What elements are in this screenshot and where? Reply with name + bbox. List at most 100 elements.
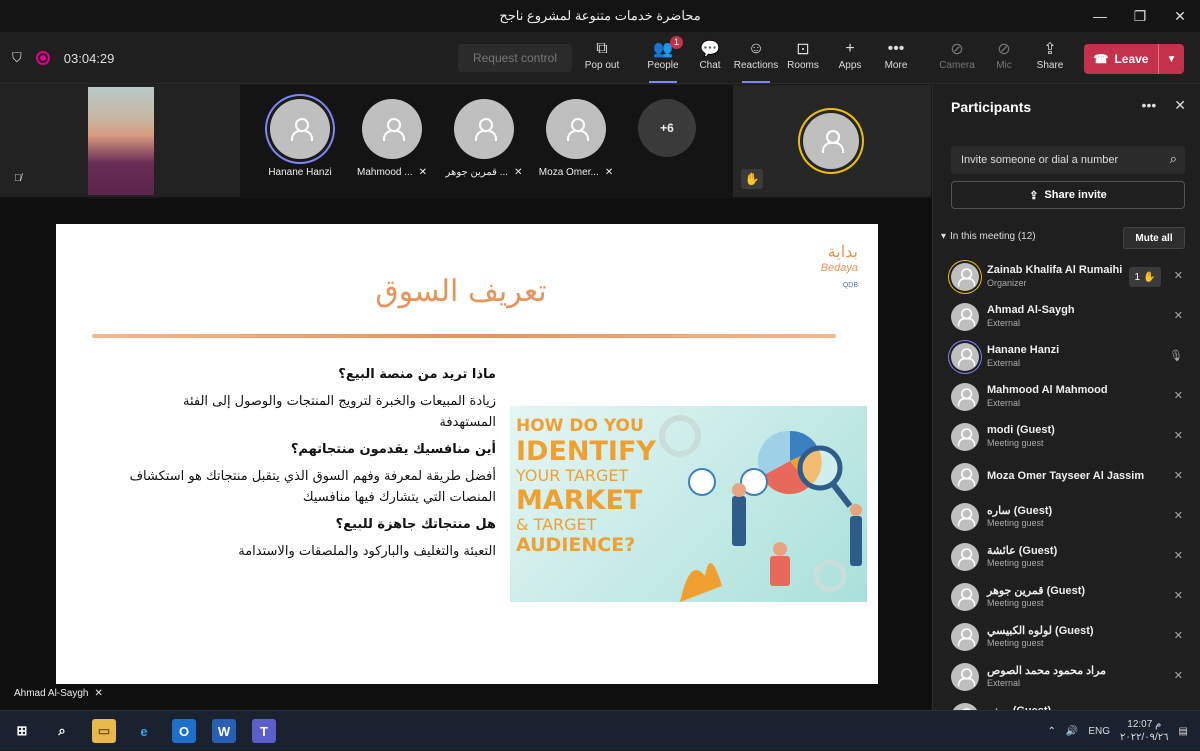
maximize-button[interactable]: ❐ bbox=[1120, 0, 1160, 32]
person-figure bbox=[732, 496, 746, 546]
outlook-icon[interactable]: O bbox=[172, 719, 196, 743]
reactions-icon: ☺ bbox=[747, 40, 765, 57]
notification-icon[interactable]: ▤ bbox=[1179, 726, 1188, 737]
leave-options-chevron-icon[interactable]: ▼ bbox=[1158, 44, 1184, 74]
avatar bbox=[803, 113, 859, 169]
person-icon bbox=[564, 117, 589, 141]
leave-button[interactable]: ☎ Leave ▼ bbox=[1084, 44, 1184, 74]
answer: التعبئة والتغليف والباركود والملصقات وال… bbox=[238, 544, 496, 559]
edge-icon[interactable]: e bbox=[132, 719, 156, 743]
mic-off-icon: ⊘ bbox=[997, 41, 1011, 58]
phone-hangup-icon: ☎ bbox=[1093, 52, 1109, 66]
slide-title: تعريف السوق bbox=[375, 274, 547, 309]
chat-button[interactable]: 💬 Chat bbox=[686, 38, 734, 80]
list-item[interactable]: Mahmood Al Mahmood External ✕ bbox=[933, 377, 1200, 417]
people-badge: 1 bbox=[669, 36, 683, 49]
participant-tile[interactable]: Hanane Hanzi bbox=[255, 99, 345, 191]
avatar bbox=[362, 99, 422, 159]
file-explorer-icon[interactable]: ▭ bbox=[92, 719, 116, 743]
participant-tile[interactable]: Mahmood ... ✕ bbox=[347, 99, 437, 191]
mic-button[interactable]: ⊘ Mic bbox=[980, 38, 1028, 80]
slide-body: ماذا تريد من منصة البيع؟ زيادة المبيعات … bbox=[126, 364, 496, 568]
meeting-toolbar: ⛉ 03:04:29 Request control ⧉ Pop out 👥 1 … bbox=[0, 32, 1200, 84]
minimize-button[interactable]: — bbox=[1080, 0, 1120, 32]
avatar bbox=[270, 99, 330, 159]
invite-search-input[interactable]: Invite someone or dial a number ⌕ bbox=[951, 146, 1185, 174]
list-item[interactable]: Moza Omer Tayseer Al Jassim ✕ bbox=[933, 457, 1200, 497]
chevron-down-icon: ▾ bbox=[941, 231, 947, 242]
clock[interactable]: 12:07 م ٢٠٢٢/٠٩/٢٦ bbox=[1120, 718, 1169, 744]
word-icon[interactable]: W bbox=[212, 719, 236, 743]
mute-all-button[interactable]: Mute all bbox=[1123, 227, 1185, 249]
list-item[interactable]: modi (Guest) Meeting guest ✕ bbox=[933, 417, 1200, 457]
bedaya-logo: بداية Bedaya QDB bbox=[820, 244, 858, 289]
person-icon bbox=[955, 627, 976, 647]
list-item[interactable]: Hanane Hanzi External 🎙 bbox=[933, 337, 1200, 377]
question: هل منتجاتك جاهزة للبيع؟ bbox=[335, 517, 496, 532]
mic-off-icon: ✕ bbox=[514, 167, 523, 178]
chevron-up-icon[interactable]: ⌃ bbox=[1048, 726, 1056, 737]
list-item[interactable]: ساره (Guest) Meeting guest ✕ bbox=[933, 497, 1200, 537]
in-meeting-section[interactable]: ▾ In this meeting (12) bbox=[941, 231, 1036, 242]
list-item[interactable]: Zainab Khalifa Al Rumaihi Organizer 1 ✋ ✕ bbox=[933, 257, 1200, 297]
pop-out-button[interactable]: ⧉ Pop out bbox=[578, 38, 626, 80]
question: أين منافسيك يقدمون منتجاتهم؟ bbox=[290, 442, 496, 457]
video-tile[interactable]: 🎙̸ bbox=[0, 85, 240, 197]
more-button[interactable]: ••• More bbox=[872, 38, 920, 80]
meeting-stage: 🎙̸ Hanane Hanzi Mahmood ... ✕ قمرين جوهر … bbox=[0, 85, 932, 710]
pop-out-icon: ⧉ bbox=[596, 40, 608, 57]
list-item[interactable]: لولوه الكبيسي (Guest) Meeting guest ✕ bbox=[933, 617, 1200, 657]
person-icon bbox=[955, 347, 976, 367]
answer: زيادة المبيعات والخبرة لترويج المنتجات و… bbox=[182, 394, 496, 430]
avatar bbox=[951, 303, 979, 331]
apps-button[interactable]: + Apps bbox=[826, 38, 874, 80]
avatar bbox=[951, 423, 979, 451]
recording-icon bbox=[35, 51, 50, 65]
share-button[interactable]: ⇪ Share bbox=[1026, 38, 1074, 80]
camera-button[interactable]: ⊘ Camera bbox=[933, 38, 981, 80]
people-button[interactable]: 👥 1 People bbox=[639, 36, 687, 83]
mic-off-icon: ✕ bbox=[1173, 590, 1183, 602]
more-options-icon[interactable]: ••• bbox=[1142, 97, 1157, 114]
keyboard-language[interactable]: ENG bbox=[1088, 726, 1110, 737]
avatar bbox=[951, 543, 979, 571]
presentation-slide: بداية Bedaya QDB تعريف السوق ماذا تريد م… bbox=[56, 224, 878, 684]
answer: أفضل طريقة لمعرفة وفهم السوق الذي يتقبل … bbox=[129, 469, 496, 505]
rooms-button[interactable]: ⊡ Rooms bbox=[779, 38, 827, 80]
participant-name: Mahmood ... bbox=[357, 167, 413, 178]
question: ماذا تريد من منصة البيع؟ bbox=[338, 367, 496, 382]
close-button[interactable]: ✕ bbox=[1160, 0, 1200, 32]
speaker-icon[interactable]: 🔊 bbox=[1066, 726, 1078, 737]
people-icon: 👥 1 bbox=[653, 36, 683, 60]
request-control-button[interactable]: Request control bbox=[458, 44, 572, 72]
person-icon bbox=[380, 117, 405, 141]
list-item[interactable]: Ahmad Al-Saygh External ✕ bbox=[933, 297, 1200, 337]
participant-tile[interactable]: قمرين جوهر ... ✕ bbox=[439, 99, 529, 191]
reactions-button[interactable]: ☺ Reactions bbox=[732, 38, 780, 83]
close-icon[interactable]: ✕ bbox=[1174, 97, 1186, 114]
mic-off-icon: ✕ bbox=[1173, 550, 1183, 562]
share-invite-button[interactable]: ⇪ Share invite bbox=[951, 181, 1185, 209]
list-item[interactable]: عائشة (Guest) Meeting guest ✕ bbox=[933, 537, 1200, 577]
avatar bbox=[951, 343, 979, 371]
teams-icon[interactable]: T bbox=[252, 719, 276, 743]
avatar bbox=[951, 463, 979, 491]
mic-off-icon: ✕ bbox=[1173, 270, 1183, 282]
panel-title: Participants bbox=[951, 99, 1032, 115]
person-figure bbox=[850, 516, 862, 566]
windows-start-icon[interactable]: ⊞ bbox=[10, 719, 34, 743]
person-icon bbox=[955, 587, 976, 607]
more-participants-button[interactable]: +6 bbox=[638, 99, 696, 157]
apps-icon: + bbox=[845, 40, 855, 57]
mic-off-icon: ✕ bbox=[1173, 630, 1183, 642]
avatar bbox=[951, 383, 979, 411]
mic-on-icon: 🎙 bbox=[1169, 350, 1183, 362]
list-item[interactable]: قمرين جوهر (Guest) Meeting guest ✕ bbox=[933, 577, 1200, 617]
search-icon[interactable]: ⌕ bbox=[50, 719, 74, 743]
system-tray: ⌃ 🔊 ENG 12:07 م ٢٠٢٢/٠٩/٢٦ ▤ bbox=[1048, 711, 1189, 751]
list-item[interactable]: مراد محمود محمد الصوص External ✕ bbox=[933, 657, 1200, 697]
participant-tile[interactable]: Moza Omer... ✕ bbox=[531, 99, 621, 191]
participant-tile[interactable]: ✋ bbox=[733, 85, 931, 197]
windows-taskbar: ⊞ ⌕ ▭ e O W T ⌃ 🔊 ENG 12:07 م ٢٠٢٢/٠٩/٢٦… bbox=[0, 710, 1200, 750]
presenter-label: Ahmad Al-Saygh ✕ bbox=[14, 688, 103, 699]
